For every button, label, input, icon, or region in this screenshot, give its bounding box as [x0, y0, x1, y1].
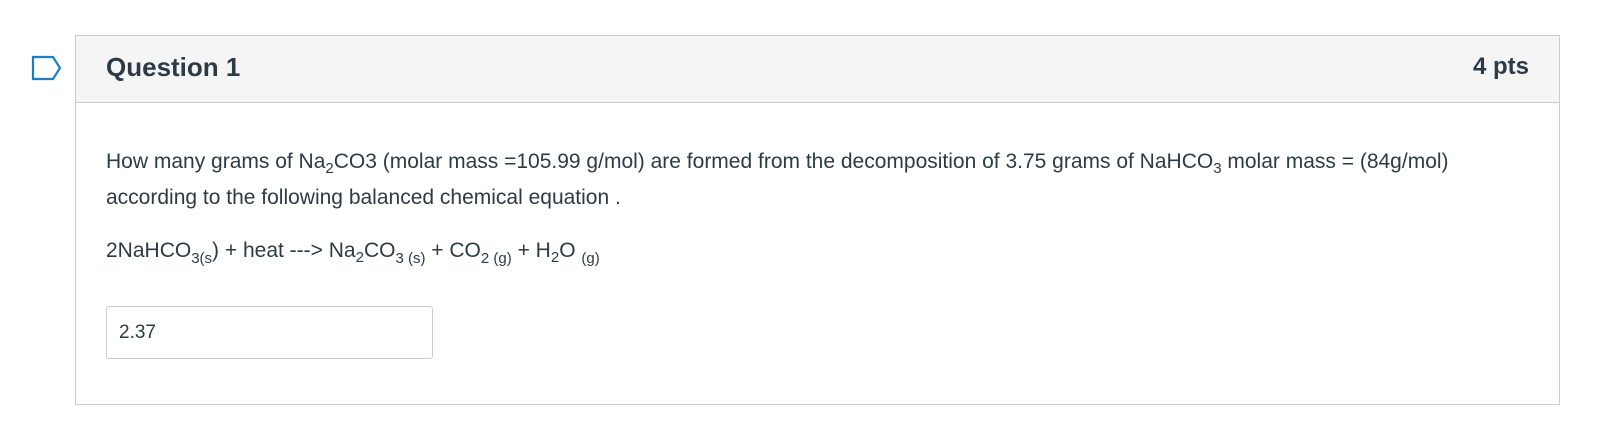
question-text: How many grams of Na2CO3 (molar mass =10… [106, 144, 1526, 269]
flag-question-button[interactable] [31, 55, 63, 81]
bookmark-flag-icon [31, 55, 62, 81]
question-card: Question 1 4 pts How many grams of Na2CO… [75, 35, 1560, 405]
answer-input[interactable] [106, 306, 433, 359]
question-points: 4 pts [1472, 53, 1529, 80]
chemical-equation: 2NaHCO3(s) + heat ---> Na2CO3 (s) + CO2 … [106, 239, 600, 267]
question-header: Question 1 4 pts [76, 36, 1559, 103]
question-title: Question 1 [106, 52, 241, 82]
question-prompt: How many grams of Na2CO3 (molar mass =10… [106, 150, 1449, 209]
